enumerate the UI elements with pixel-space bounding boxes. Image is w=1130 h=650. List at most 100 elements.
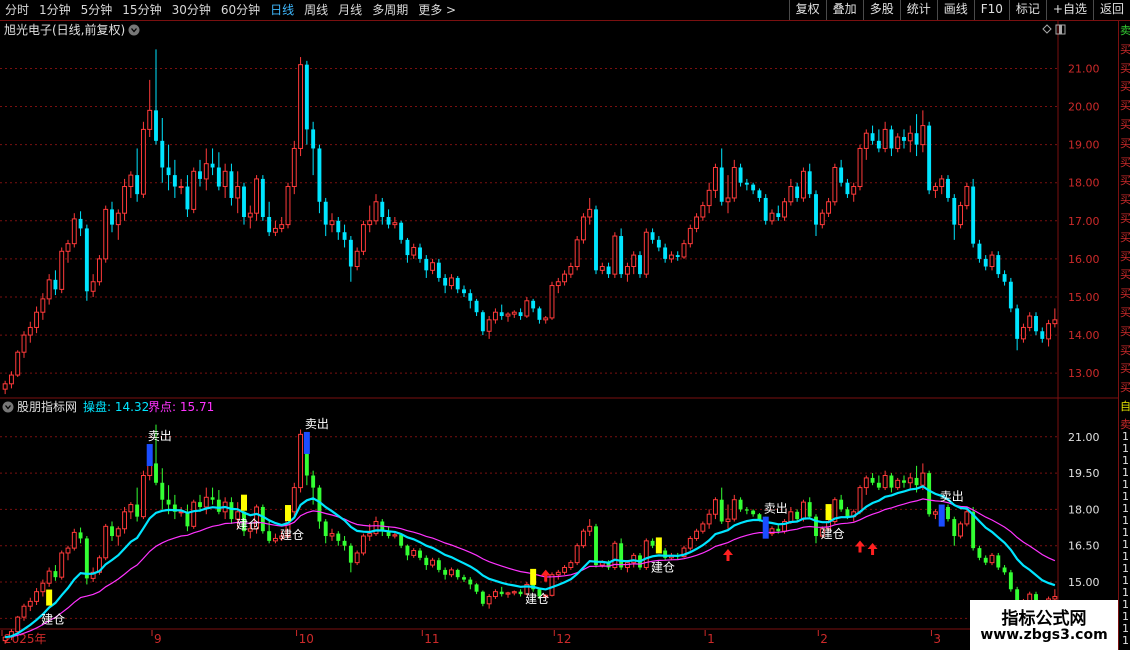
main-candle-body — [776, 213, 781, 217]
main-candle-body — [272, 227, 278, 233]
ind-candle-body — [311, 475, 316, 488]
jiedian-value: 界点: 15.71 — [148, 400, 214, 414]
main-candle-body — [247, 212, 253, 218]
xaxis-label: 12 — [556, 632, 571, 646]
main-candle-body — [386, 217, 391, 225]
ind-candle-body — [229, 502, 234, 520]
main-candle-body — [354, 250, 360, 268]
main-candle-body — [399, 222, 404, 240]
main-candle-body — [1052, 319, 1058, 325]
main-candle-body — [769, 212, 775, 222]
main-axis-tick: 13.00 — [1068, 367, 1100, 380]
ind-candle-body — [462, 577, 466, 580]
ind-candle-body — [59, 552, 65, 578]
main-candle-body — [373, 201, 379, 222]
ind-candle-body — [795, 511, 800, 520]
main-candle-body — [430, 262, 436, 271]
main-candle-body — [84, 228, 89, 292]
up-arrow-icon — [540, 569, 551, 582]
main-candle-body — [681, 243, 687, 258]
main-candle-body — [505, 313, 511, 317]
main-candle-body — [668, 254, 674, 260]
main-candle-body — [1015, 308, 1020, 339]
ind-candle-body — [650, 540, 655, 546]
ind-candle-body — [845, 509, 850, 517]
maximize-icon-fill — [1059, 25, 1062, 34]
main-candle-body — [814, 194, 818, 225]
ind-candle-body — [712, 499, 718, 515]
order-book-strip: 卖买买买买买买买买买买买买买买买买买买买自卖111111111111111111 — [1118, 21, 1130, 650]
signal-label: 建仓 — [821, 527, 845, 541]
main-candle-body — [932, 186, 938, 191]
main-candle-body — [178, 186, 184, 189]
main-candle-body — [939, 178, 945, 188]
ind-candle-body — [399, 534, 404, 546]
main-candle-body — [311, 129, 316, 149]
signal-label: 卖出 — [940, 490, 964, 504]
main-candle-body — [656, 239, 661, 248]
main-candle-body — [1046, 323, 1052, 340]
main-candle-body — [474, 300, 479, 313]
signal-label: 卖出 — [764, 502, 788, 516]
ind-candle-body — [267, 531, 272, 541]
strip-cell: 买 — [1120, 118, 1130, 131]
main-candle-body — [907, 132, 913, 142]
main-candle-body — [46, 279, 52, 300]
main-candle-body — [203, 163, 209, 180]
main-candle-body — [443, 277, 448, 286]
ind-candle-body — [216, 499, 221, 512]
ind-candle-body — [354, 552, 360, 564]
main-candle-body — [78, 218, 83, 229]
main-axis-tick: 15.00 — [1068, 291, 1100, 304]
main-candle-body — [568, 266, 574, 275]
kline-chart[interactable]: 21.00 20.00 19.00 18.00 17.00 16.00 15.00 14.00… — [0, 0, 1118, 650]
ind-candle-body — [902, 480, 906, 483]
ind-candle-body — [336, 533, 341, 541]
main-candle-body — [480, 312, 485, 332]
watermark-logo: 指标公式网 www.zbgs3.com — [970, 600, 1118, 650]
ind-candle-body — [430, 559, 436, 566]
ind-candle-body — [110, 526, 114, 537]
ind-candle-body — [549, 574, 555, 596]
ind-candle-body — [863, 477, 869, 489]
caopan-value: 操盘: 14.32 — [83, 399, 149, 414]
strip-cell: 买 — [1120, 61, 1130, 75]
ind-candle-body — [115, 528, 121, 537]
buy-signal-bar — [825, 504, 832, 521]
main-candle-body — [983, 258, 988, 267]
main-candle-body — [1020, 326, 1026, 340]
ind-candle-body — [448, 569, 454, 576]
ind-candle-body — [920, 472, 926, 486]
signal-label: 建仓 — [651, 560, 675, 574]
main-candle-body — [857, 147, 863, 188]
main-candle-body — [537, 308, 542, 320]
main-candle-body — [638, 255, 642, 275]
main-candle-body — [103, 208, 109, 260]
ind-candle-body — [342, 540, 347, 546]
ind-candle-body — [71, 531, 77, 549]
ind-candle-body — [555, 571, 561, 576]
main-candle-body — [914, 133, 919, 145]
main-candle-body — [448, 277, 454, 287]
main-candle-body — [845, 182, 850, 195]
strip-cell: 买 — [1120, 155, 1130, 169]
ind-candle-body — [839, 499, 844, 510]
ind-candle-body — [474, 584, 479, 592]
main-candle-body — [731, 166, 737, 199]
main-candle-body — [606, 266, 611, 275]
ind-candle-body — [166, 499, 171, 505]
main-candle-body — [185, 186, 190, 210]
sell-signal-bar — [938, 504, 945, 527]
main-candle-body — [21, 334, 27, 353]
main-candle-body — [989, 254, 995, 268]
signal-label: 建仓 — [41, 613, 65, 627]
main-candle-body — [436, 262, 441, 278]
ind-candle-body — [210, 497, 215, 500]
ind-candle-body — [84, 538, 89, 579]
main-candle-body — [650, 232, 655, 240]
ind-candle-body — [505, 592, 511, 595]
ind-candle-body — [367, 533, 373, 537]
ind-candle-body — [443, 569, 448, 575]
ind-candle-body — [360, 535, 366, 554]
main-candle-body — [631, 254, 637, 268]
